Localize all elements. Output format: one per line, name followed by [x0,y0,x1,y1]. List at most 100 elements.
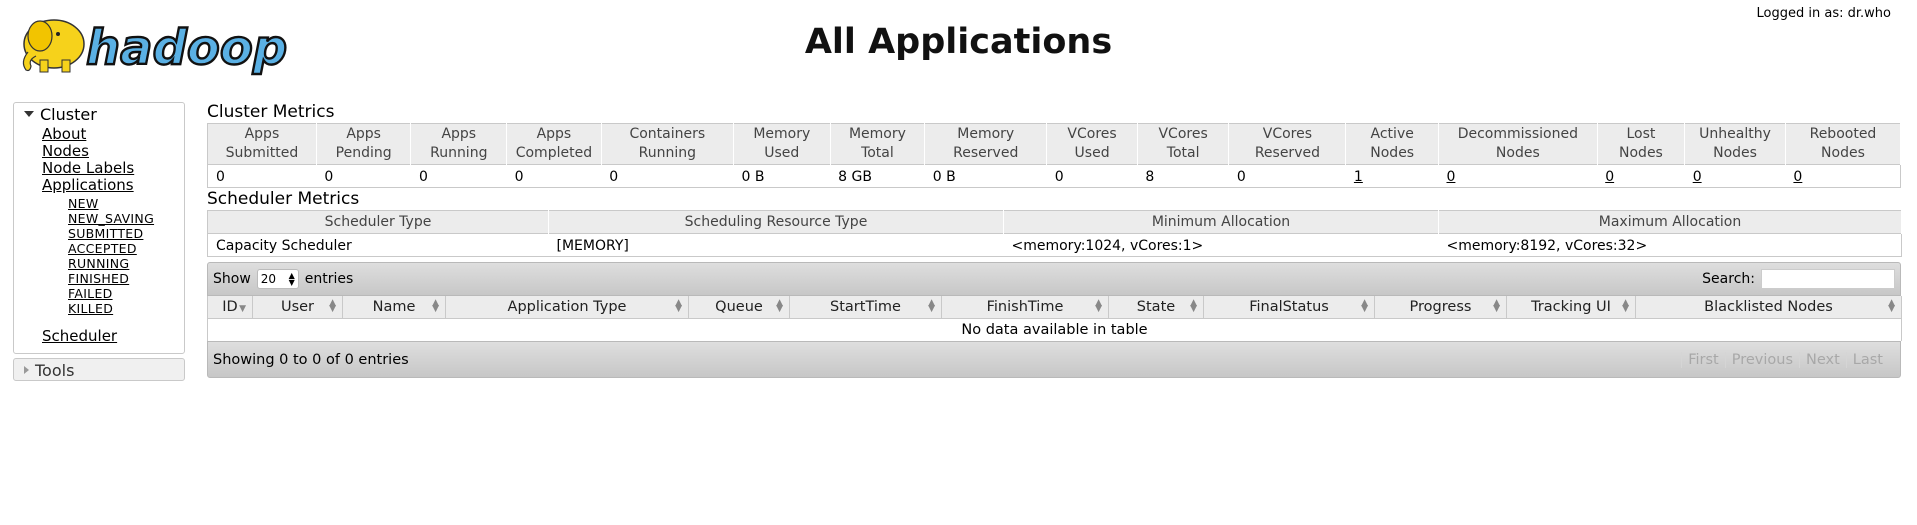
column-header-starttime[interactable]: StartTime ▲ ▼ [789,296,942,319]
sort-both-icon: ▲ ▼ [1888,298,1895,314]
pager-next-button[interactable]: Next [1799,351,1846,368]
sidebar-item-about[interactable]: About [42,125,86,143]
app-state-running[interactable]: RUNNING [68,256,129,271]
sort-both-icon: ▲ ▼ [776,298,783,314]
cluster-metric-header: Lost Nodes [1597,123,1686,165]
sort-desc-icon: ▼ [239,304,246,314]
scheduler-metrics-table: Scheduler Type Scheduling Resource Type … [207,210,1902,257]
select-arrows-icon: ▲ ▼ [288,271,295,287]
cluster-metric-value: 0 [1046,164,1138,188]
sort-both-icon: ▲ ▼ [432,298,439,314]
cluster-metric-header-line1: Apps [244,126,280,142]
cluster-metric-header-line2: Reserved [953,145,1019,161]
cluster-metric-value: 0 [207,164,317,188]
cluster-metric-value: 0 [1597,164,1685,188]
cluster-metric-header: Memory Reserved [924,123,1048,165]
cluster-metric-header-line1: VCores [1158,126,1208,142]
main-content: Cluster Metrics Apps Submitted Apps Pending… [207,101,1902,378]
column-header-finishtime[interactable]: FinishTime ▲ ▼ [941,296,1109,319]
sort-both-icon: ▲ ▼ [928,298,935,314]
sort-both-icon: ▲ ▼ [1190,298,1197,314]
cluster-metric-header-line1: Rebooted [1809,126,1877,142]
cluster-metric-header: VCores Total [1137,123,1230,165]
column-header-label: Tracking UI [1531,299,1611,315]
column-header-finalstatus[interactable]: FinalStatus ▲ ▼ [1203,296,1375,319]
column-header-tracking-ui[interactable]: Tracking UI ▲ ▼ [1506,296,1636,319]
cluster-metric-header-line1: VCores [1067,126,1117,142]
app-state-failed[interactable]: FAILED [68,286,113,301]
cluster-metric-header-line1: Memory [753,126,811,142]
cluster-metric-value: 8 [1137,164,1229,188]
applications-table-wrapper: Show 20 ▲ ▼ entries Search: ID ▼ User ▲ ▼ Name… [207,262,1902,378]
page-size-select[interactable]: 20 ▲ ▼ [256,269,299,289]
cluster-metric-header-line1: Lost [1626,126,1656,142]
cluster-metric-header-line1: Memory [957,126,1015,142]
sort-both-icon: ▲ ▼ [329,298,336,314]
table-toolbar: Show 20 ▲ ▼ entries Search: [207,262,1901,296]
column-header-label: FinalStatus [1249,299,1329,315]
tools-nav-box[interactable]: Tools [13,358,185,381]
sort-both-icon: ▲ ▼ [675,298,682,314]
column-header-queue[interactable]: Queue ▲ ▼ [688,296,790,319]
cluster-metric-value: 0 [316,164,411,188]
column-header-label: FinishTime [986,299,1064,315]
cluster-metric-link[interactable]: 0 [1693,169,1702,185]
cluster-metric-value: 8 GB [830,164,925,188]
applications-table: ID ▼ User ▲ ▼ Name ▲ ▼ Application Type ▲ ▼ Queue ▲ ▼… [207,296,1902,341]
search-input[interactable] [1761,269,1895,289]
pager-previous-button[interactable]: Previous [1724,351,1799,368]
pager-first-button[interactable]: First [1681,351,1725,368]
sort-both-icon: ▲ ▼ [1622,298,1629,314]
cluster-metric-link[interactable]: 0 [1446,169,1455,185]
cluster-metric-link[interactable]: 0 [1793,169,1802,185]
sidebar-item-scheduler[interactable]: Scheduler [42,327,117,345]
cluster-metric-header: Apps Pending [316,123,412,165]
sched-col-max-alloc: Maximum Allocation [1438,210,1902,234]
cluster-metric-value: 0 B [733,164,831,188]
cluster-metric-link[interactable]: 1 [1354,169,1363,185]
cluster-metric-header-line2: Used [764,145,800,161]
column-header-blacklisted-nodes[interactable]: Blacklisted Nodes ▲ ▼ [1635,296,1902,319]
app-state-killed[interactable]: KILLED [68,301,113,316]
cluster-section-header[interactable]: Cluster [14,103,184,124]
cluster-metric-header-line1: Apps [346,126,381,142]
sidebar: Cluster About Nodes Node Labels Applicat… [13,102,185,381]
cluster-metric-header-line1: Apps [441,126,477,142]
pager-last-button[interactable]: Last [1845,351,1889,368]
collapse-triangle-icon [24,111,34,117]
column-header-application-type[interactable]: Application Type ▲ ▼ [445,296,689,319]
app-state-new-saving[interactable]: NEW_SAVING [68,211,154,226]
cluster-metric-value: 0 [410,164,507,188]
app-state-finished[interactable]: FINISHED [68,271,129,286]
cluster-metric-header-line2: Total [861,145,894,161]
column-header-label: State [1136,299,1176,315]
column-header-label: Queue [715,299,763,315]
column-header-name[interactable]: Name ▲ ▼ [342,296,446,319]
column-header-state[interactable]: State ▲ ▼ [1108,296,1204,319]
search-label: Search: [1702,271,1755,287]
column-header-label: ID [222,299,238,315]
sidebar-item-node-labels[interactable]: Node Labels [42,159,134,177]
column-header-id[interactable]: ID ▼ [207,296,253,319]
column-header-label: Application Type [507,299,627,315]
expand-triangle-icon [24,366,29,374]
tools-section-header[interactable]: Tools [14,359,184,380]
app-state-accepted[interactable]: ACCEPTED [68,241,137,256]
cluster-metric-value: 0 [601,164,734,188]
page-size-value: 20 [260,272,277,286]
cluster-metric-value: 0 B [924,164,1047,188]
column-header-progress[interactable]: Progress ▲ ▼ [1374,296,1507,319]
cluster-label: Cluster [40,104,97,124]
column-header-user[interactable]: User ▲ ▼ [252,296,343,319]
app-state-submitted[interactable]: SUBMITTED [68,226,143,241]
cluster-metric-header-line2: Submitted [225,145,299,161]
sidebar-item-applications[interactable]: Applications [42,176,134,194]
cluster-metric-link[interactable]: 0 [1605,169,1614,185]
column-header-label: Progress [1409,299,1472,315]
sort-both-icon: ▲ ▼ [1095,298,1102,314]
logged-in-user: Logged in as: dr.who [1756,6,1891,21]
sidebar-item-nodes[interactable]: Nodes [42,142,89,160]
table-info: Showing 0 to 0 of 0 entries [213,351,409,368]
app-state-new[interactable]: NEW [68,196,99,211]
cluster-metric-header-line2: Nodes [1713,145,1757,161]
